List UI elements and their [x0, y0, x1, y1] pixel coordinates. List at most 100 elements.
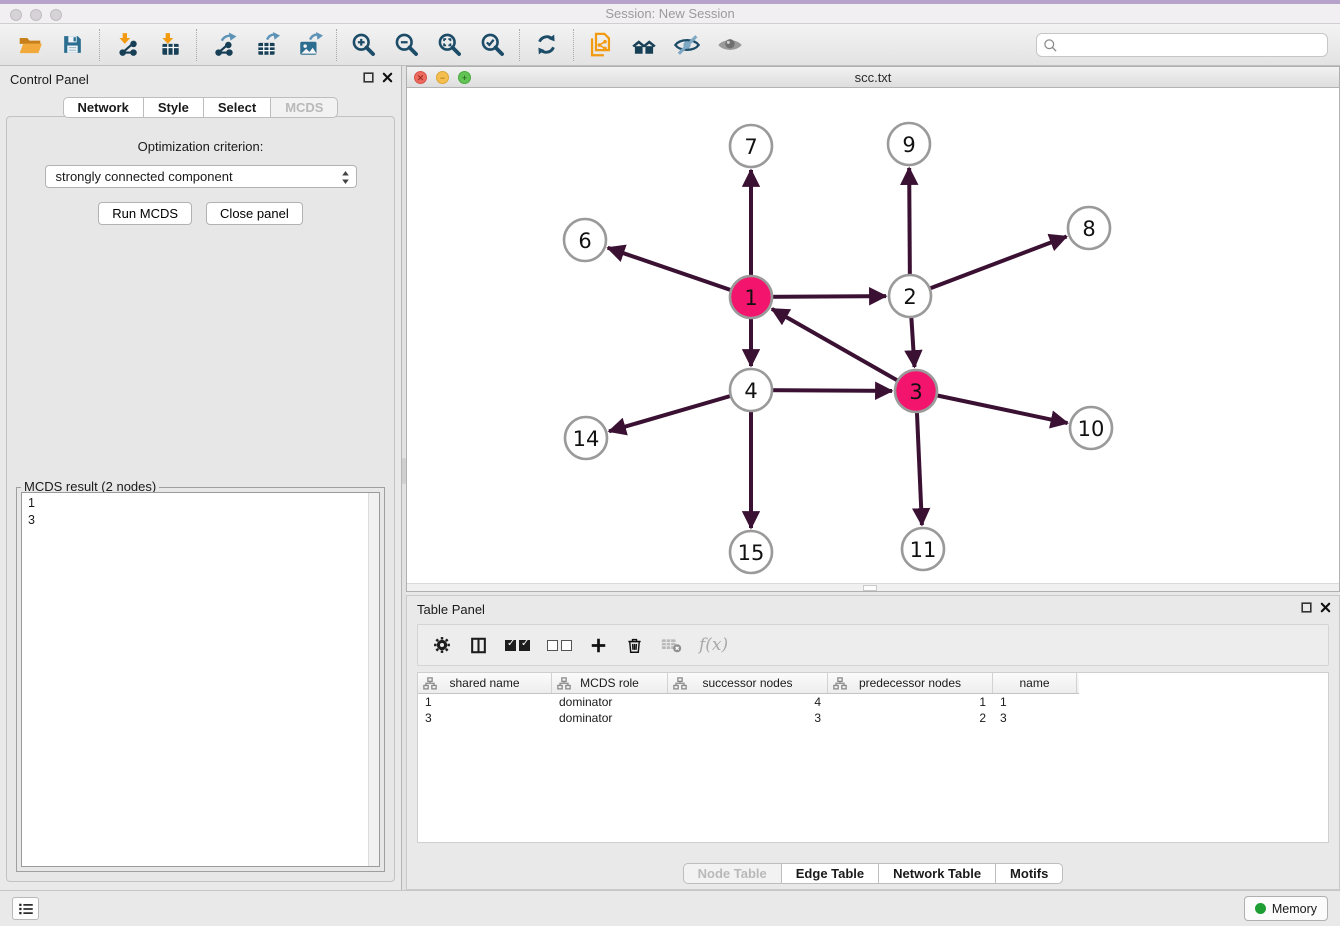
graph-edge-1-6[interactable] [608, 248, 751, 297]
create-column-icon[interactable] [589, 636, 608, 655]
toolbar-separator [196, 29, 197, 61]
search-input[interactable] [1036, 33, 1328, 57]
float-panel-icon[interactable] [363, 72, 374, 83]
column-header-predecessor-nodes[interactable]: predecessor nodes [828, 673, 993, 693]
memory-status-icon [1255, 903, 1266, 914]
network-from-selection-icon[interactable] [579, 26, 622, 64]
result-scrollbar[interactable] [368, 493, 379, 866]
svg-text:10: 10 [1078, 417, 1105, 441]
export-image-icon[interactable] [288, 26, 331, 64]
column-header-shared-name[interactable]: shared name [418, 673, 552, 693]
delete-table-icon[interactable] [661, 636, 682, 654]
main-toolbar [0, 24, 1340, 66]
status-bar: Memory [0, 890, 1340, 926]
graph-node-10[interactable]: 10 [1070, 407, 1112, 449]
graph-node-6[interactable]: 6 [564, 219, 606, 261]
toolbar-separator [336, 29, 337, 61]
graph-node-4[interactable]: 4 [730, 369, 772, 411]
graph-node-2[interactable]: 2 [889, 275, 931, 317]
overview-icon[interactable] [622, 26, 665, 64]
tab-network[interactable]: Network [63, 97, 143, 118]
mcds-result-box[interactable]: 1 3 [21, 492, 380, 867]
zoom-selected-icon[interactable] [471, 26, 514, 64]
criterion-select[interactable]: strongly connected component [45, 165, 357, 188]
network-view-frame: ✕ − + scc.txt 7 9 6 8 1 2 4 3 14 10 15 11 [406, 66, 1340, 592]
network-hscroll-thumb[interactable] [863, 585, 877, 591]
network-hscrollbar[interactable] [407, 583, 1339, 591]
memory-button[interactable]: Memory [1244, 896, 1328, 921]
svg-text:15: 15 [738, 541, 765, 565]
window-title: Session: New Session [0, 6, 1340, 21]
graph-edge-3-1[interactable] [772, 309, 916, 391]
tab-network-table[interactable]: Network Table [878, 863, 995, 884]
float-panel-icon[interactable] [1301, 602, 1312, 613]
graph-edge-2-8[interactable] [910, 237, 1067, 296]
search-box [1036, 33, 1328, 57]
birdseye-view-icon[interactable] [708, 26, 751, 64]
deselect-all-columns-icon[interactable] [547, 640, 572, 651]
task-list-icon [17, 900, 35, 918]
import-table-icon[interactable] [148, 26, 191, 64]
task-history-button[interactable] [12, 897, 39, 920]
tab-edge-table[interactable]: Edge Table [781, 863, 878, 884]
svg-text:14: 14 [573, 427, 600, 451]
show-columns-icon[interactable] [469, 636, 488, 655]
tab-mcds[interactable]: MCDS [270, 97, 338, 118]
tab-style[interactable]: Style [143, 97, 203, 118]
svg-text:6: 6 [578, 229, 591, 253]
table-panel: Table Panel f(x) shared name MCDS role [406, 595, 1340, 890]
graph-node-11[interactable]: 11 [902, 528, 944, 570]
svg-text:9: 9 [902, 133, 915, 157]
search-icon [1043, 38, 1058, 53]
save-session-icon[interactable] [51, 26, 94, 64]
column-header-mcds-role[interactable]: MCDS role [552, 673, 668, 693]
network-graph[interactable]: 7 9 6 8 1 2 4 3 14 10 15 11 [407, 88, 1339, 583]
export-network-icon[interactable] [202, 26, 245, 64]
select-all-columns-icon[interactable] [505, 640, 530, 651]
function-builder-icon: f(x) [699, 635, 728, 655]
graphics-details-icon[interactable] [665, 26, 708, 64]
table-settings-gear-icon[interactable] [432, 635, 452, 655]
svg-text:8: 8 [1082, 217, 1095, 241]
graph-edge-3-10[interactable] [916, 391, 1068, 423]
zoom-in-icon[interactable] [342, 26, 385, 64]
zoom-out-icon[interactable] [385, 26, 428, 64]
column-type-icon [833, 677, 847, 690]
control-panel: Control Panel Network Style Select MCDS … [0, 66, 402, 890]
close-panel-icon[interactable] [1320, 602, 1331, 613]
table-row[interactable]: 1 dominator 4 1 1 [418, 694, 1328, 710]
open-session-icon[interactable] [8, 26, 51, 64]
network-frame-titlebar[interactable]: ✕ − + scc.txt [407, 67, 1339, 88]
optimization-criterion-label: Optimization criterion: [7, 139, 394, 154]
graph-node-1[interactable]: 1 [730, 276, 772, 318]
mcds-result-fieldset: MCDS result (2 nodes) 1 3 [16, 487, 385, 872]
column-header-name[interactable]: name [993, 673, 1077, 693]
tab-node-table[interactable]: Node Table [683, 863, 781, 884]
run-mcds-button[interactable]: Run MCDS [98, 202, 192, 225]
mcds-panel: Optimization criterion: strongly connect… [6, 116, 395, 882]
tab-motifs[interactable]: Motifs [995, 863, 1063, 884]
graph-node-3[interactable]: 3 [895, 370, 937, 412]
svg-text:11: 11 [910, 538, 937, 562]
graph-node-9[interactable]: 9 [888, 123, 930, 165]
import-network-icon[interactable] [105, 26, 148, 64]
mcds-result-line: 3 [28, 512, 373, 529]
toolbar-separator [519, 29, 520, 61]
table-row[interactable]: 3 dominator 3 2 3 [418, 710, 1328, 726]
refresh-icon[interactable] [525, 26, 568, 64]
control-panel-title: Control Panel [10, 72, 89, 87]
graph-node-14[interactable]: 14 [565, 417, 607, 459]
delete-column-icon[interactable] [625, 636, 644, 655]
svg-text:7: 7 [744, 135, 757, 159]
close-panel-button[interactable]: Close panel [206, 202, 303, 225]
svg-text:4: 4 [744, 379, 757, 403]
graph-node-8[interactable]: 8 [1068, 207, 1110, 249]
graph-node-7[interactable]: 7 [730, 125, 772, 167]
close-panel-icon[interactable] [382, 72, 393, 83]
graph-node-15[interactable]: 15 [730, 531, 772, 573]
zoom-fit-icon[interactable] [428, 26, 471, 64]
column-header-successor-nodes[interactable]: successor nodes [668, 673, 828, 693]
tab-select[interactable]: Select [203, 97, 270, 118]
export-table-icon[interactable] [245, 26, 288, 64]
window-titlebar: Session: New Session [0, 0, 1340, 24]
